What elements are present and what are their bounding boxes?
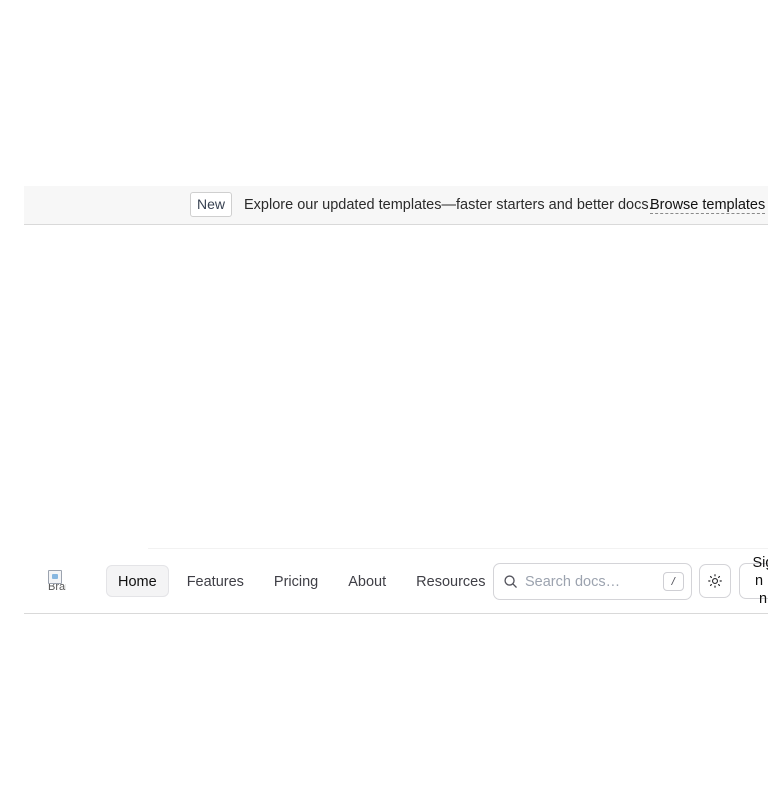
nav-item-about[interactable]: About [336, 565, 398, 597]
new-badge: New [190, 192, 233, 217]
nav-item-resources[interactable]: Resources [404, 565, 497, 597]
announcement-text: Explore our updated templates—faster sta… [244, 197, 653, 213]
theme-toggle-button[interactable] [699, 564, 731, 598]
nav-item-pricing[interactable]: Pricing [262, 565, 330, 597]
browse-templates-link[interactable]: Browse templates [650, 197, 766, 214]
search-box[interactable]: / [493, 563, 692, 600]
search-input[interactable] [525, 564, 655, 599]
search-shortcut-key: / [663, 572, 684, 591]
site-header: Brand Home Features Pricing About Resour… [24, 549, 768, 614]
nav-item-features[interactable]: Features [175, 565, 256, 597]
sign-in-label: Sign In [752, 555, 768, 607]
brand-logo[interactable]: Brand [48, 570, 66, 592]
broken-image-icon [48, 570, 62, 584]
primary-nav: Home Features Pricing About Resources [106, 565, 503, 597]
nav-item-home[interactable]: Home [106, 565, 169, 597]
announcement-bar: New Explore our updated templates—faster… [24, 186, 768, 225]
search-icon [504, 575, 517, 588]
sign-in-button[interactable]: Sign In [739, 555, 768, 607]
sun-icon [708, 574, 722, 588]
